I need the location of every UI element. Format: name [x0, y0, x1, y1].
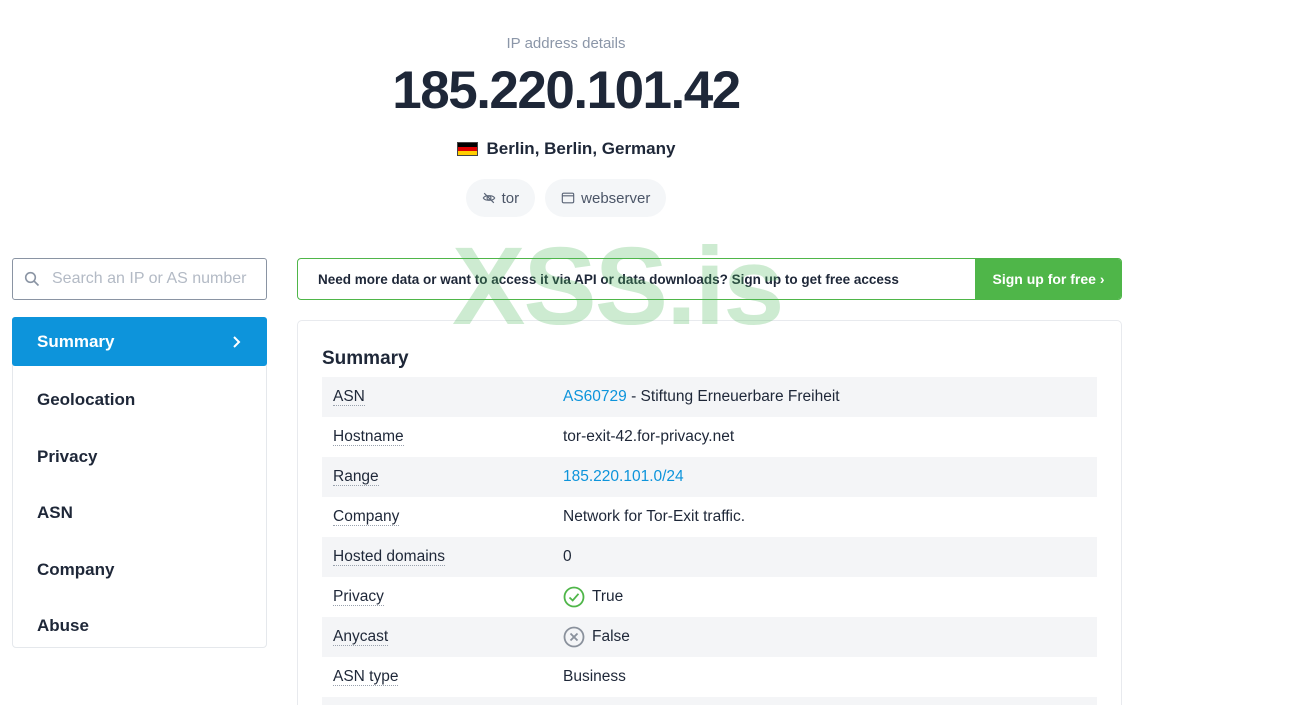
browser-window-icon	[561, 192, 575, 204]
row-value: Network for Tor-Exit traffic.	[563, 508, 746, 525]
range-link[interactable]: 185.220.101.0/24	[563, 468, 684, 486]
row-key: Hostname	[333, 428, 404, 446]
sidebar-item-asn[interactable]: ASN	[13, 485, 266, 542]
chevron-right-icon	[233, 335, 241, 348]
search-input[interactable]	[52, 270, 252, 288]
table-row-privacy: Privacy True	[322, 577, 1097, 617]
sidebar-item-geolocation[interactable]: Geolocation	[13, 372, 266, 429]
sidebar-item-label: Summary	[37, 331, 115, 351]
tag-tor[interactable]: tor	[465, 179, 536, 217]
summary-card: Summary ASN AS60729 - Stiftung Erneuerba…	[297, 320, 1122, 705]
germany-flag-icon	[456, 142, 478, 156]
row-key: Privacy	[333, 588, 384, 606]
x-circle-icon	[563, 626, 585, 648]
table-row-hostname: Hostname tor-exit-42.for-privacy.net	[322, 417, 1097, 457]
page-title: 185.220.101.42	[392, 61, 741, 120]
eye-off-icon	[482, 192, 495, 204]
sidebar-nav: Summary Geolocation Privacy ASN Company …	[12, 317, 267, 648]
tag-label: tor	[501, 189, 520, 207]
sidebar-item-label: Abuse	[37, 616, 89, 636]
sidebar-item-abuse[interactable]: Abuse	[13, 598, 266, 655]
tag-webserver[interactable]: webserver	[545, 179, 667, 217]
row-value: 0	[563, 548, 572, 565]
table-row-anycast: Anycast False	[322, 617, 1097, 657]
table-row-asn: ASN AS60729 - Stiftung Erneuerbare Freih…	[322, 377, 1097, 417]
banner-text: Need more data or want to access it via …	[318, 271, 899, 287]
sidebar-item-label: Geolocation	[37, 390, 136, 410]
tag-label: webserver	[581, 189, 651, 207]
signup-banner: Need more data or want to access it via …	[297, 258, 1122, 300]
sidebar-item-label: Company	[37, 559, 115, 579]
row-value: False	[592, 628, 630, 645]
table-row-asn-type: ASN type Business	[322, 657, 1097, 697]
table-row-company: Company Network for Tor-Exit traffic.	[322, 497, 1097, 537]
location-line: Berlin, Berlin, Germany	[300, 139, 832, 159]
check-circle-icon	[563, 586, 585, 608]
search-box	[12, 258, 267, 300]
table-row-hosted-domains: Hosted domains 0	[322, 537, 1097, 577]
table-row-range: Range 185.220.101.0/24	[322, 457, 1097, 497]
location-text: Berlin, Berlin, Germany	[486, 139, 676, 158]
page-kicker: IP address details	[506, 35, 626, 52]
sidebar-item-company[interactable]: Company	[13, 542, 266, 599]
asn-name: - Stiftung Erneuerbare Freiheit	[626, 388, 840, 405]
row-key: Range	[333, 468, 379, 486]
row-key: ASN	[333, 388, 365, 406]
row-key: Hosted domains	[333, 548, 446, 566]
row-value: tor-exit-42.for-privacy.net	[563, 428, 735, 445]
summary-title: Summary	[322, 348, 409, 369]
row-key: ASN type	[333, 668, 399, 686]
row-value: Business	[563, 668, 626, 685]
search-icon	[24, 271, 40, 287]
tag-list: tor webserver	[300, 179, 832, 217]
table-row	[322, 697, 1097, 705]
sidebar-item-privacy[interactable]: Privacy	[13, 429, 266, 486]
row-key: Anycast	[333, 628, 389, 646]
sidebar-item-summary[interactable]: Summary	[12, 317, 267, 366]
row-key: Company	[333, 508, 400, 526]
row-value: True	[592, 588, 624, 605]
asn-link[interactable]: AS60729	[563, 388, 627, 406]
sidebar-item-label: Privacy	[37, 446, 98, 466]
sidebar-item-label: ASN	[37, 503, 73, 523]
signup-button[interactable]: Sign up for free ›	[975, 259, 1121, 299]
